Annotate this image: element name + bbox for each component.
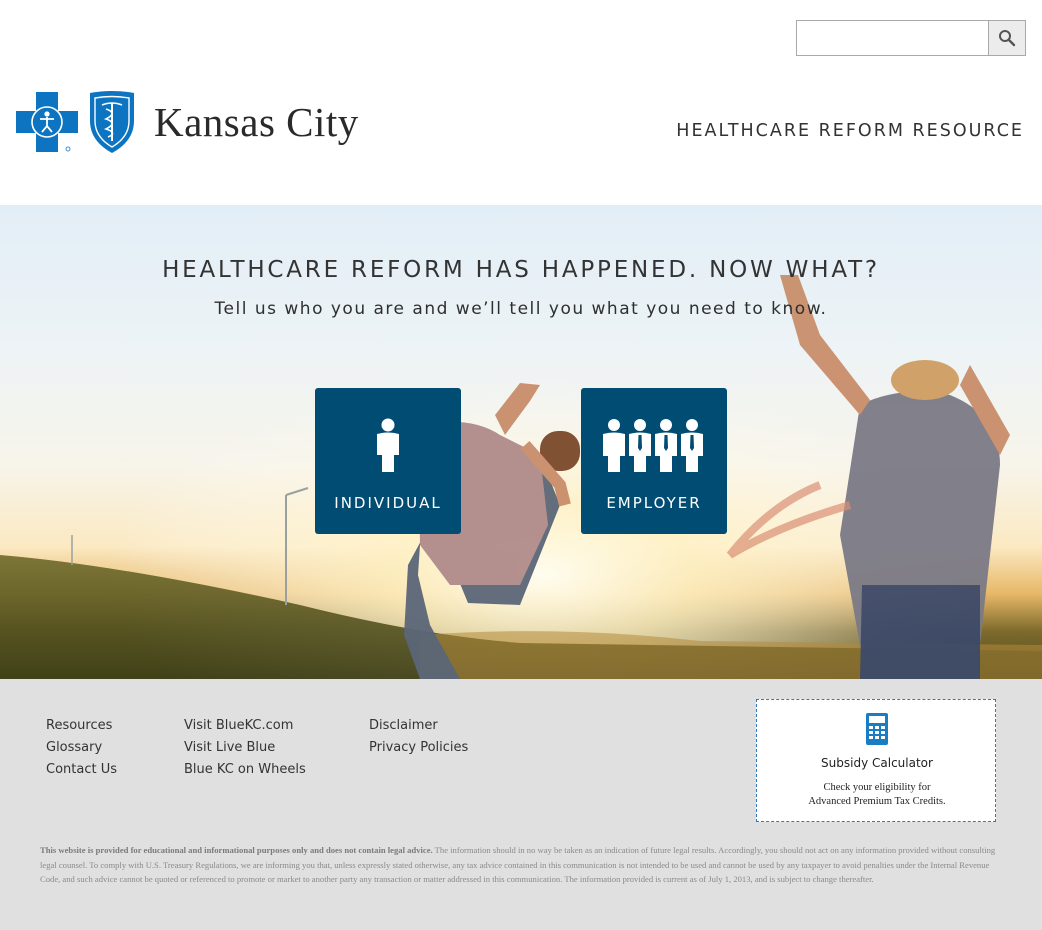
blue-shield-icon <box>90 91 134 153</box>
footer-link-disclaimer[interactable]: Disclaimer <box>369 715 468 737</box>
calculator-icon <box>866 713 888 745</box>
individual-tile-button[interactable]: INDIVIDUAL <box>315 388 461 534</box>
person-icon <box>377 418 399 472</box>
footer-links-col3: Disclaimer Privacy Policies <box>369 715 468 759</box>
footer-link-kc-on-wheels[interactable]: Blue KC on Wheels <box>184 759 306 781</box>
individual-tile-label: INDIVIDUAL <box>334 494 442 512</box>
search-input[interactable] <box>796 20 988 56</box>
site-tagline: HEALTHCARE REFORM RESOURCE <box>676 121 1024 141</box>
group-icon <box>603 419 703 472</box>
subsidy-calculator-title: Subsidy Calculator <box>821 756 933 770</box>
employer-tile-label: EMPLOYER <box>606 494 702 512</box>
footer-link-contact-us[interactable]: Contact Us <box>46 759 117 781</box>
footer-link-privacy-policies[interactable]: Privacy Policies <box>369 737 468 759</box>
hero-banner: HEALTHCARE REFORM HAS HAPPENED. NOW WHAT… <box>0 205 1042 679</box>
footer-link-bluekc[interactable]: Visit BlueKC.com <box>184 715 306 737</box>
search-icon <box>999 30 1016 47</box>
logo-text: Kansas City <box>154 98 359 145</box>
footer-links-col2: Visit BlueKC.com Visit Live Blue Blue KC… <box>184 715 306 781</box>
employer-tile-button[interactable]: EMPLOYER <box>581 388 727 534</box>
hero-subheadline: Tell us who you are and we’ll tell you w… <box>214 299 828 319</box>
search-button[interactable] <box>988 20 1026 56</box>
subsidy-calculator-description: Check your eligibility for Advanced Prem… <box>808 782 946 807</box>
subsidy-calculator-card[interactable]: Subsidy Calculator Check your eligibilit… <box>756 699 996 822</box>
legal-disclaimer-bold: This website is provided for educational… <box>40 845 433 855</box>
hero-headline: HEALTHCARE REFORM HAS HAPPENED. NOW WHAT… <box>162 257 880 283</box>
blue-cross-icon <box>16 92 78 152</box>
footer-links-col1: Resources Glossary Contact Us <box>46 715 117 781</box>
footer-link-glossary[interactable]: Glossary <box>46 737 117 759</box>
footer-link-live-blue[interactable]: Visit Live Blue <box>184 737 306 759</box>
bluecross-blueshield-logo[interactable]: Kansas City <box>16 88 359 156</box>
search-bar <box>796 20 1026 56</box>
footer: Resources Glossary Contact Us Visit Blue… <box>0 679 1042 930</box>
legal-disclaimer: This website is provided for educational… <box>40 843 1002 887</box>
footer-link-resources[interactable]: Resources <box>46 715 117 737</box>
